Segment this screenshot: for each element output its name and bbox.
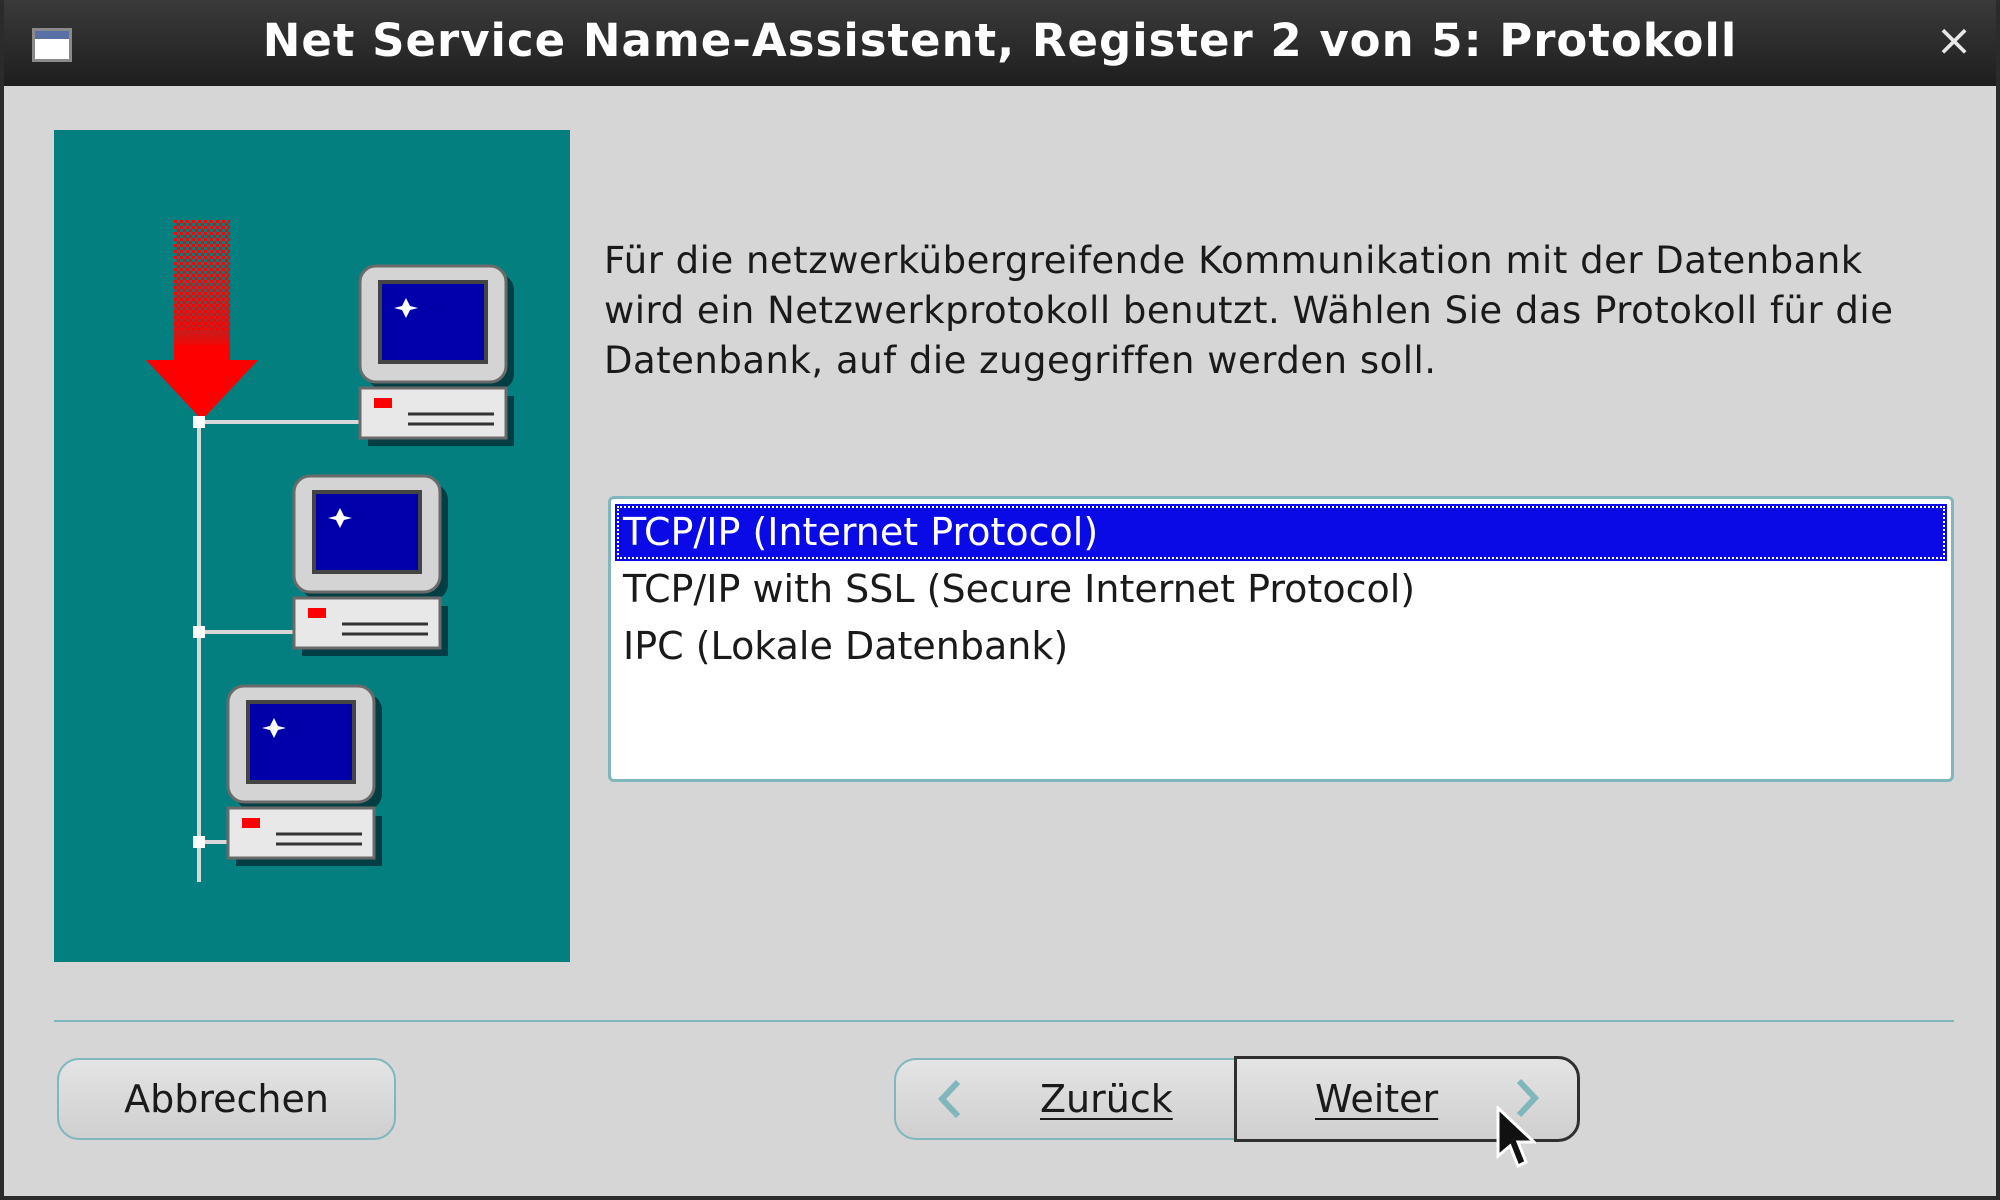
back-button-label: Zurück [1040,1077,1173,1121]
computer-icon [292,474,448,656]
window-title: Net Service Name-Assistent, Register 2 v… [262,14,1738,67]
protocol-option-tcpip-ssl[interactable]: TCP/IP with SSL (Secure Internet Protoco… [615,561,1947,618]
close-icon[interactable]: × [1932,16,1976,66]
separator [54,1020,1954,1022]
title-bar[interactable]: Net Service Name-Assistent, Register 2 v… [4,0,1996,86]
cancel-button[interactable]: Abbrechen [57,1058,396,1140]
protocol-option-ipc[interactable]: IPC (Lokale Datenbank) [615,618,1947,675]
protocol-option-tcpip[interactable]: TCP/IP (Internet Protocol) [615,504,1947,561]
red-arrow-icon [146,220,258,420]
description-text: Für die netzwerkübergreifende Kommunikat… [604,239,1894,382]
computer-icon [358,264,514,446]
back-button[interactable]: Zurück [894,1058,1236,1140]
network-computers-image [146,220,514,882]
wizard-window: Net Service Name-Assistent, Register 2 v… [0,0,2000,1200]
window-icon[interactable] [32,28,72,62]
network-illustration [54,130,570,962]
computer-icon [226,684,382,866]
protocol-list[interactable]: TCP/IP (Internet Protocol) TCP/IP with S… [608,496,1954,782]
mouse-pointer-icon [1496,1106,1536,1169]
chevron-left-icon [937,1079,961,1119]
next-button-label: Weiter [1315,1077,1439,1121]
